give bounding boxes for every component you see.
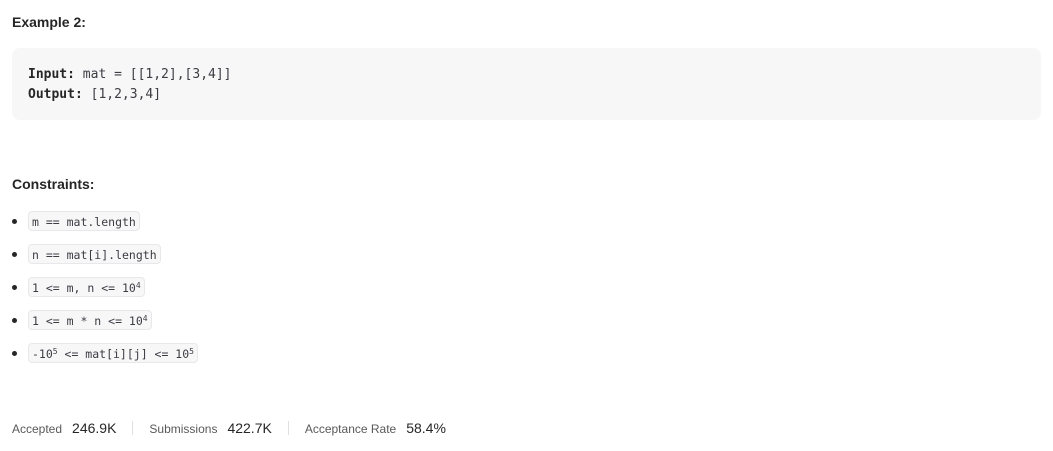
constraint-exponent: 5 xyxy=(189,347,194,356)
example-output-line: Output: [1,2,3,4] xyxy=(28,85,1041,105)
constraint-code: -105 <= mat[i][j] <= 105 xyxy=(28,343,198,363)
input-label: Input: xyxy=(28,67,75,82)
constraint-text: 1 <= m, n <= 10 xyxy=(32,281,136,295)
stat-submissions-label: Submissions xyxy=(149,422,218,436)
bullet-icon xyxy=(12,351,17,356)
constraint-text: m == mat.length xyxy=(32,215,136,229)
example-input-line: Input: mat = [[1,2],[3,4]] xyxy=(28,65,1041,85)
bullet-icon xyxy=(12,252,17,257)
output-label: Output: xyxy=(28,87,83,102)
constraint-exponent: 4 xyxy=(142,314,148,323)
bullet-icon xyxy=(12,318,17,323)
output-value: [1,2,3,4] xyxy=(82,87,162,102)
stats-bar: Accepted 246.9K Submissions 422.7K Accep… xyxy=(12,417,446,439)
constraint-text: 1 <= m * n <= 10 xyxy=(32,314,143,328)
constraint-text-prefix: -10 xyxy=(32,347,53,361)
bullet-icon xyxy=(12,285,17,290)
example-block: Input: mat = [[1,2],[3,4]] Output: [1,2,… xyxy=(12,48,1041,120)
constraint-code: m == mat.length xyxy=(28,211,140,231)
stat-submissions: Submissions 422.7K xyxy=(149,420,271,436)
stat-accepted-label: Accepted xyxy=(12,422,63,436)
constraint-text: <= mat[i][j] <= 10 xyxy=(57,347,190,361)
constraints-title: Constraints: xyxy=(12,176,95,192)
constraint-code: 1 <= m, n <= 104 xyxy=(28,277,145,297)
constraint-code: 1 <= m * n <= 104 xyxy=(28,310,152,330)
stat-acceptance-rate-value: 58.4% xyxy=(406,420,446,436)
stat-divider xyxy=(287,421,289,435)
constraint-code: n == mat[i].length xyxy=(28,244,161,264)
stat-accepted-value: 246.9K xyxy=(72,420,117,436)
stat-acceptance-rate: Acceptance Rate 58.4% xyxy=(305,420,446,436)
stat-accepted: Accepted 246.9K xyxy=(12,420,116,436)
bullet-icon xyxy=(12,219,17,224)
constraint-exponent: 4 xyxy=(135,281,141,290)
example-title: Example 2: xyxy=(12,14,86,30)
input-value: mat = [[1,2],[3,4]] xyxy=(74,67,232,82)
stat-acceptance-rate-label: Acceptance Rate xyxy=(304,422,397,436)
constraint-text: n == mat[i].length xyxy=(32,248,157,262)
stat-submissions-value: 422.7K xyxy=(227,420,272,436)
stat-divider xyxy=(132,421,134,435)
